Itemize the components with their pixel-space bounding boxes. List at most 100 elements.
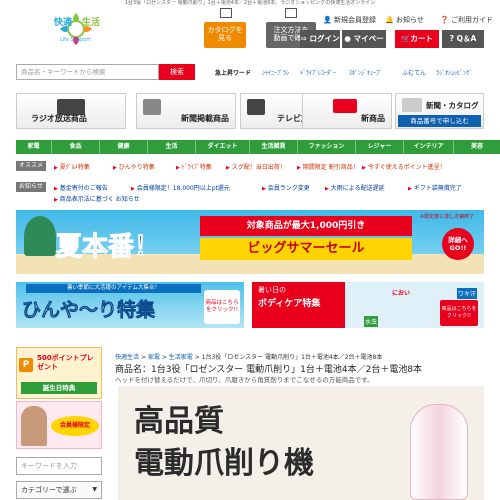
catalog-button-line2: 見る xyxy=(218,34,232,42)
nav-item[interactable]: レジャー xyxy=(356,140,404,154)
notice-link[interactable]: ▶ 大雨による配送遅延 xyxy=(325,183,385,192)
hero-line1: 高品質 xyxy=(134,404,224,439)
category-catalog[interactable]: 新聞・カタログ 商品番号で申し込む xyxy=(395,93,484,129)
bullet-icon: ▶ xyxy=(54,165,58,171)
breadcrumb-link[interactable]: 快適生活 xyxy=(115,354,139,361)
nav-item[interactable]: 生活 xyxy=(148,140,196,154)
mypage-button[interactable]: ● マイページ xyxy=(342,30,386,61)
new-member-label: 新規会員登録 xyxy=(333,16,376,24)
catalog-thumb-icon xyxy=(402,98,422,112)
osusume-link[interactable]: ▶ スグ配！当日出荷！ xyxy=(226,162,286,171)
notice-link[interactable]: 🔔 お知らせ xyxy=(385,15,424,25)
notice-link[interactable]: ▶ 会員ランク変更 xyxy=(262,183,310,192)
order-by-number-button[interactable]: 商品番号で申し込む xyxy=(398,115,481,127)
bell-icon: 🔔 xyxy=(385,16,394,24)
guide-label: ご利用ガイド xyxy=(450,16,493,24)
banner-discount: 対象商品が最大1,000円引き xyxy=(200,216,412,236)
notice-link[interactable]: ▶ 会員様限定！18,000円以上pt還元 xyxy=(131,183,230,192)
notice-link-label: ギフト袋無償完了 xyxy=(413,185,462,192)
bodycare-top: 暑い日の xyxy=(258,286,286,294)
category-new-label: 新商品 xyxy=(361,114,385,123)
login-icon: ⇨ xyxy=(300,34,307,43)
summer-sale-banner[interactable]: 夏本番！ 対象商品が最大1,000円引き ビッグサマーセール ※限定数に達し次第… xyxy=(16,210,484,274)
user-icon: 👤 xyxy=(323,16,332,24)
bullet-icon: ▶ xyxy=(113,165,117,171)
left-sidebar: P 500ポイントプレゼント 誕生日特典 会員様限定 キーワードを入力 カテゴリ… xyxy=(16,347,102,500)
category-radio[interactable]: ラジオ放送商品 xyxy=(16,93,126,129)
qa-button[interactable]: ? Q＆A xyxy=(442,30,484,48)
bullet-icon: ▶ xyxy=(325,186,329,192)
notice-row-label: お知らせ xyxy=(16,182,46,192)
bullet-icon: ▶ xyxy=(226,165,230,171)
category-new[interactable]: 新商品 xyxy=(302,93,392,129)
cool-feature-banner[interactable]: 暑い季節に大活躍のアイテム大集合！ ひんや〜り特集 商品はこちらをクリック!! xyxy=(16,282,244,328)
bodycare-feature-banner[interactable]: 暑い日の ボディケア特集 におい ワキ汗 水虫 商品はこちらをクリック!! xyxy=(252,282,484,328)
category-newspaper-label: 新聞掲載商品 xyxy=(181,114,229,123)
notice-link[interactable]: ▶ 商品表示法に基づく お知らせ xyxy=(54,194,140,203)
nail-file-device-image xyxy=(410,404,468,500)
nav-item[interactable]: 美容 xyxy=(454,140,500,154)
member-banner[interactable]: 会員様限定 xyxy=(16,401,102,449)
cool-banner-click[interactable]: 商品はこちらをクリック!! xyxy=(204,290,240,324)
site-logo[interactable]: 快適 生活 Life Support xyxy=(52,7,100,51)
bodycare-click[interactable]: 商品はこちらをクリック!! xyxy=(440,300,478,326)
trending-keyword[interactable]: ｼｬｲﾆｰﾌﾞﾗｼ xyxy=(262,68,289,77)
search-input[interactable]: 商品名・キーワードから検索 xyxy=(16,64,159,80)
osusume-link[interactable]: ▶ 夏ｸﾞﾙﾒ特集 xyxy=(54,162,90,171)
point-campaign-banner[interactable]: P 500ポイントプレゼント 誕生日特典 xyxy=(16,347,102,399)
catalog-icon xyxy=(220,8,232,18)
new-badge-icon xyxy=(333,99,357,113)
sidebar-keyword-input[interactable]: キーワードを入力 xyxy=(16,457,102,475)
tv-icon xyxy=(247,99,265,115)
bullet-icon: ▶ xyxy=(54,186,58,192)
bullet-icon: ▶ xyxy=(54,197,58,203)
notice-link-label: 商品表示法に基づく お知らせ xyxy=(59,196,140,203)
top-strip-text: 1台3役「ロゼンスター 電動爪削り」1台＋電池4本／2台＋電池8本。ラジオショッ… xyxy=(124,0,376,6)
category-newspaper[interactable]: 新聞掲載商品 xyxy=(136,93,236,129)
nav-item[interactable]: ファッション xyxy=(298,140,356,154)
member-only-text: 会員様限定 xyxy=(51,416,99,436)
notice-label: お知らせ xyxy=(395,16,424,24)
qa-icon: ? xyxy=(449,34,455,43)
banner-more-button[interactable]: 詳細へGO!! xyxy=(442,228,474,260)
notice-link[interactable]: ▶ 基金寄付のご報告 xyxy=(54,183,108,192)
nav-item[interactable]: 食品 xyxy=(52,140,100,154)
bodycare-title: ボディケア特集 xyxy=(258,299,321,309)
trending-keyword[interactable]: ふむてん xyxy=(402,68,426,77)
osusume-link[interactable]: ▶ ひんやり特集 xyxy=(113,162,155,171)
catalog-button[interactable]: カタログを 見る xyxy=(204,8,246,48)
login-button[interactable]: ⇨ ログイン xyxy=(300,30,340,48)
osusume-link[interactable]: ▶ 期間限定 割引商品！ xyxy=(297,162,359,171)
trending-keyword[interactable]: ﾄﾞﾗｲﾌﾞﾚｺｰﾀﾞｰ xyxy=(300,68,336,77)
category-select[interactable]: カテゴリーで選ぶ ▼ xyxy=(16,481,102,499)
notice-link-label: 基金寄付のご報告 xyxy=(59,185,108,192)
breadcrumb-link[interactable]: 家電 xyxy=(148,354,160,361)
trending-keyword[interactable]: ｽﾎﾟﾝｼﾞｷｭｰﾌﾞ xyxy=(349,68,382,77)
notice-link[interactable]: ▶ ギフト袋無償完了 xyxy=(408,183,462,192)
product-description: ヘッドを付け替えるだけで、爪切り、爪磨きから角質削りまでこなせるの万能商品です。 xyxy=(115,376,374,384)
bullet-icon: ▶ xyxy=(362,165,366,171)
bullet-icon: ▶ xyxy=(131,186,135,192)
cart-label: カート xyxy=(410,34,433,43)
nav-item[interactable]: 生活雑貨 xyxy=(250,140,298,154)
point-icon: P xyxy=(19,358,33,372)
nav-item[interactable]: 家電 xyxy=(16,140,52,154)
banner-sale-text: ビッグサマーセール xyxy=(200,238,412,260)
new-member-link[interactable]: 👤 新規会員登録 xyxy=(323,15,376,25)
osusume-label: オススメ xyxy=(16,161,46,171)
mypage-label: マイページ xyxy=(353,34,384,61)
nav-item[interactable]: インテリア xyxy=(404,140,454,154)
nav-item[interactable]: ダイエット xyxy=(196,140,250,154)
guide-link[interactable]: ❓ ご利用ガイド xyxy=(440,15,493,25)
search-button[interactable]: 検索 xyxy=(159,64,195,80)
palm-icon xyxy=(24,216,56,256)
trending-keyword[interactable]: ﾗｼﾞｵｼｮｯﾋﾟﾝｸﾞ xyxy=(436,68,472,77)
osusume-link[interactable]: ▶ ﾄﾞﾗｲﾌﾞ特集 xyxy=(176,162,212,171)
qa-label: Q＆A xyxy=(456,34,477,43)
cart-button[interactable]: 🛒カート xyxy=(395,30,439,48)
logo-subtext: Life Support xyxy=(60,37,91,43)
osusume-link[interactable]: ▶ 今すぐ使えるポイント進呈！ xyxy=(362,162,446,171)
bullet-icon: ▶ xyxy=(176,165,180,171)
nav-item[interactable]: 健康 xyxy=(100,140,148,154)
breadcrumb-link[interactable]: 生活家電 xyxy=(169,354,193,361)
